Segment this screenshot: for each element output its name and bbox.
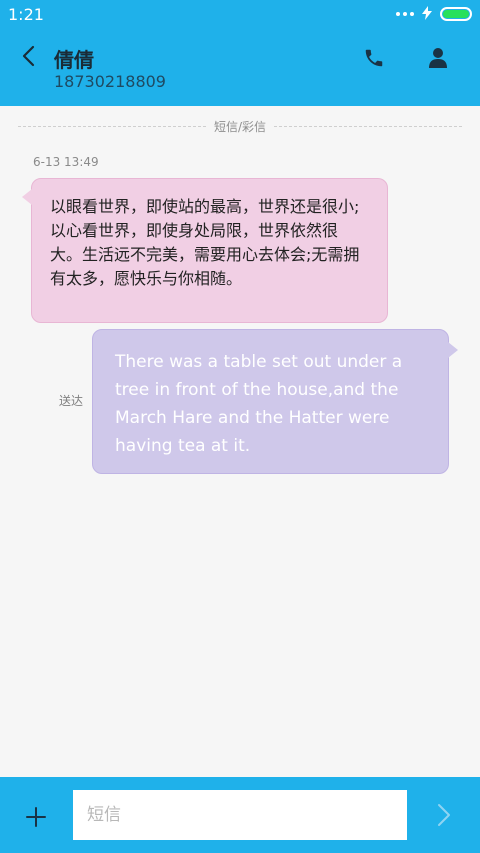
status-time: 1:21 [8,4,44,24]
charging-icon [422,5,432,24]
person-icon [429,48,447,68]
contact-info-button[interactable] [424,44,452,72]
delivery-status: 送达 [59,394,84,408]
call-button[interactable] [360,44,388,72]
messaging-app: 1:21 倩倩 18730218809 短信/彩信 6-13 13:49 以眼看… [0,0,480,853]
message-type-divider: 短信/彩信 [18,116,463,136]
attach-button[interactable] [22,803,50,831]
contact-name: 倩倩 [54,48,94,72]
bubble-tail [22,189,32,205]
incoming-message-bubble[interactable]: 以眼看世界，即使站的最高，世界还是很小;以心看世界，即使身处局限，世界依然很大。… [22,178,388,323]
status-icons [396,5,472,24]
send-button[interactable] [430,801,458,829]
message-input[interactable] [73,790,407,840]
battery-icon [440,7,472,21]
message-timestamp: 6-13 13:49 [33,155,99,169]
plus-icon [26,807,46,827]
phone-icon [365,49,383,67]
conversation-header: 倩倩 18730218809 [0,28,480,106]
outgoing-message-text: There was a table set out under a tree i… [115,352,403,456]
divider-label: 短信/彩信 [213,119,267,134]
more-dots-icon [396,12,414,16]
bubble-tail [448,342,458,358]
outgoing-message-bubble[interactable]: There was a table set out under a tree i… [92,329,458,474]
status-bar: 1:21 [0,0,480,28]
chevron-right-icon [438,804,450,826]
contact-number: 18730218809 [54,72,166,91]
incoming-message-text: 以眼看世界，即使站的最高，世界还是很小;以心看世界，即使身处局限，世界依然很大。… [50,197,360,288]
compose-bar [0,777,480,853]
back-button[interactable] [14,42,42,70]
divider-line-left [18,125,206,127]
divider-line-right [274,125,463,127]
chevron-left-icon [22,45,35,67]
